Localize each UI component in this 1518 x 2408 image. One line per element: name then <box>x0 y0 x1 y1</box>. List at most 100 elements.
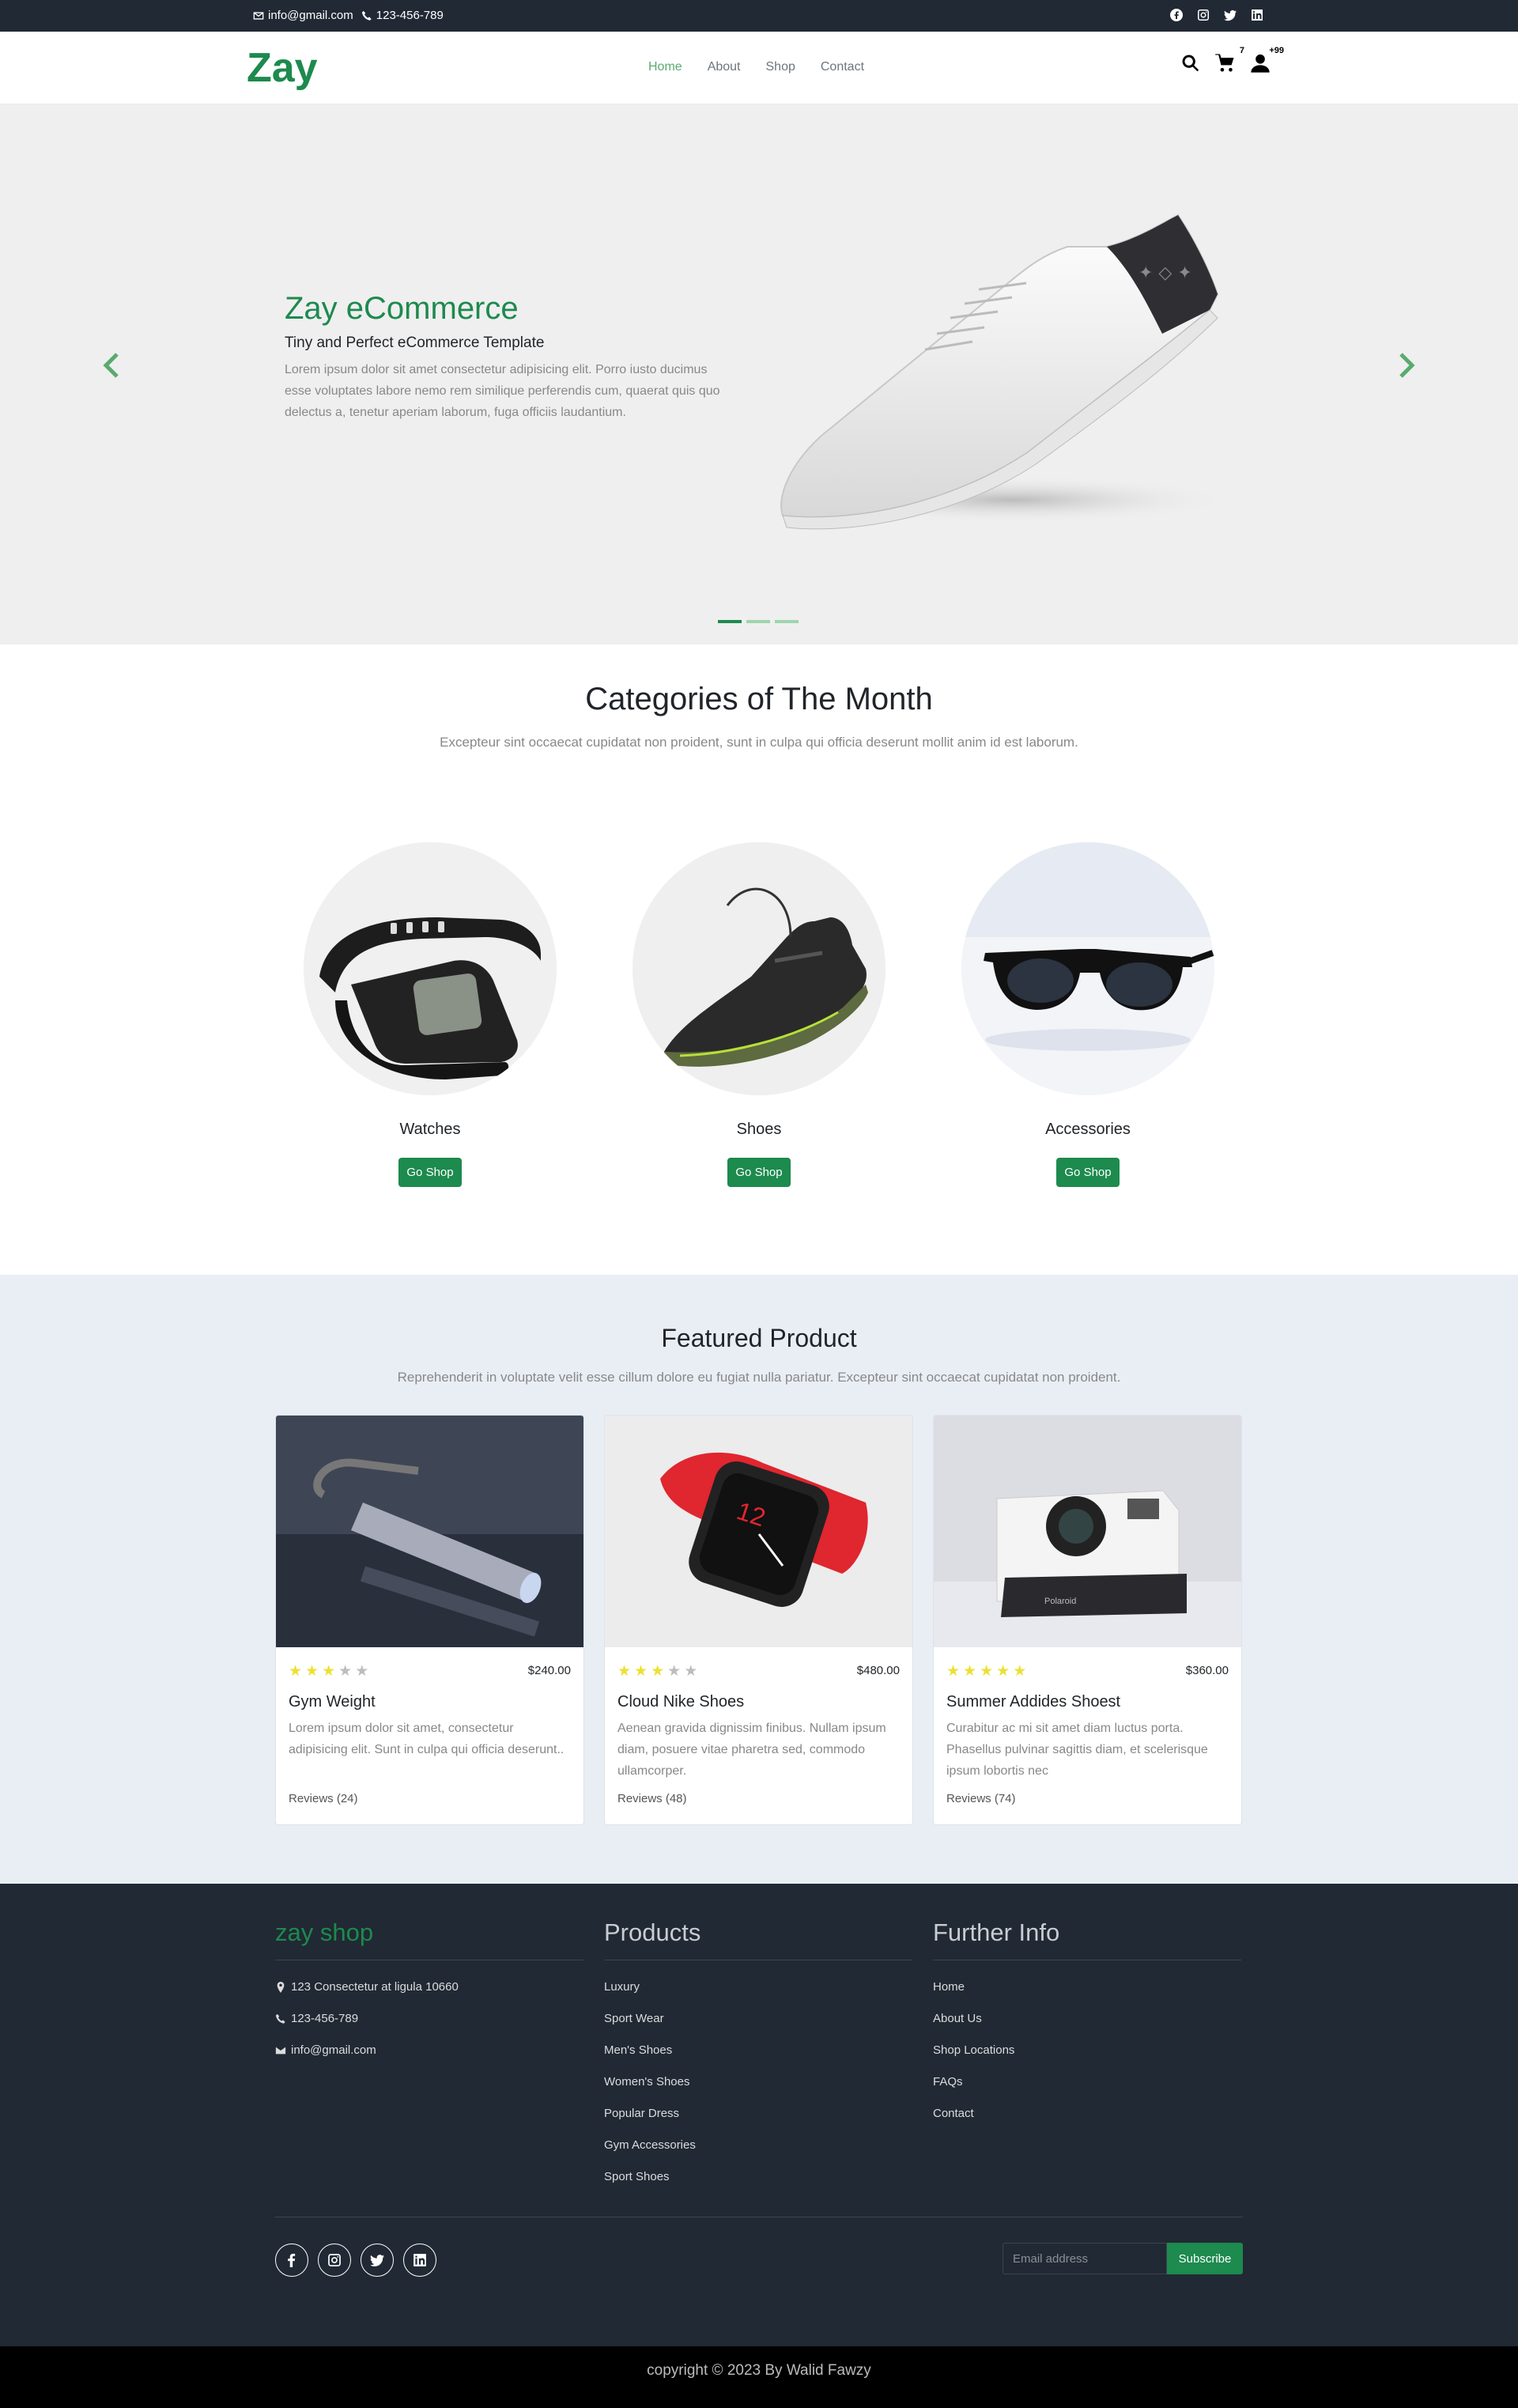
instagram-icon <box>328 2254 341 2266</box>
shoe-image[interactable] <box>632 842 886 1095</box>
product-description: Lorem ipsum dolor sit amet, consectetur … <box>289 1722 565 1756</box>
nav-link-contact[interactable]: Contact <box>821 60 864 74</box>
carousel-next-button[interactable] <box>1390 350 1422 381</box>
footer-link[interactable]: Women's Shoes <box>604 2066 912 2098</box>
star-icon: ★ <box>667 1663 682 1680</box>
top-email[interactable]: info@gmail.com <box>253 9 353 22</box>
subscribe-button[interactable]: Subscribe <box>1167 2243 1243 2274</box>
nav-link-about[interactable]: About <box>708 60 741 74</box>
twitter-icon[interactable] <box>1224 9 1237 21</box>
top-email-text: info@gmail.com <box>268 9 353 22</box>
footer-link[interactable]: Sport Wear <box>604 2003 912 2035</box>
footer-instagram-button[interactable] <box>318 2244 351 2277</box>
top-contact: info@gmail.com 123-456-789 <box>253 9 444 22</box>
cart-button[interactable]: 7 <box>1214 46 1244 76</box>
carousel-indicator-3[interactable] <box>775 620 799 623</box>
featured-subtitle: Reprehenderit in voluptate velit esse ci… <box>397 1370 1121 1385</box>
footer-facebook-button[interactable] <box>275 2244 308 2277</box>
watch-image[interactable] <box>304 842 557 1095</box>
user-button[interactable]: +99 <box>1249 46 1284 76</box>
product-meta: ★ ★ ★ ★ ★ $480.00 <box>605 1651 912 1679</box>
go-shop-button-accessories[interactable]: Go Shop <box>1056 1158 1120 1187</box>
main-navbar: Zay Home About Shop Contact 7 +99 <box>0 32 1518 104</box>
instagram-icon[interactable] <box>1197 9 1210 21</box>
newsletter-form: Subscribe <box>1003 2243 1243 2274</box>
product-image-smartwatch: 12 <box>605 1416 912 1647</box>
carousel-indicators <box>718 620 799 623</box>
newsletter-email-input[interactable] <box>1003 2243 1167 2274</box>
footer-link[interactable]: Men's Shoes <box>604 2035 912 2066</box>
rating-stars: ★ ★ ★ ★ ★ <box>617 1664 697 1679</box>
category-name: Shoes <box>736 1121 782 1138</box>
product-title[interactable]: Cloud Nike Shoes <box>605 1679 912 1711</box>
product-description: Aenean gravida dignissim finibus. Nullam… <box>617 1722 886 1778</box>
user-count-badge: +99 <box>1269 46 1284 55</box>
footer-twitter-button[interactable] <box>361 2244 394 2277</box>
nav-link-home[interactable]: Home <box>648 60 682 74</box>
star-icon: ★ <box>996 1663 1010 1680</box>
footer-products-title: Products <box>604 1918 912 1960</box>
phone-icon <box>361 10 372 21</box>
footer-link[interactable]: Home <box>933 1971 1241 2003</box>
footer-link[interactable]: Luxury <box>604 1971 912 2003</box>
product-reviews: Reviews (24) <box>289 1792 358 1805</box>
sunglasses-image[interactable] <box>961 842 1214 1095</box>
footer-phone[interactable]: 123-456-789 <box>275 2003 583 2035</box>
top-social <box>1170 9 1263 21</box>
nav-links: Home About Shop Contact <box>648 60 864 74</box>
product-reviews: Reviews (74) <box>946 1792 1016 1805</box>
category-watches: Watches Go Shop <box>304 842 557 1187</box>
category-accessories: Accessories Go Shop <box>961 842 1214 1187</box>
star-icon: ★ <box>963 1663 977 1680</box>
brand-logo[interactable]: Zay <box>247 44 318 92</box>
product-price: $240.00 <box>527 1664 571 1677</box>
footer-link[interactable]: Popular Dress <box>604 2098 912 2130</box>
star-icon: ★ <box>355 1663 369 1680</box>
hero-title: Zay eCommerce <box>285 291 519 326</box>
svg-text:Polaroid: Polaroid <box>1044 1597 1076 1606</box>
cart-count-badge: 7 <box>1239 46 1244 55</box>
star-icon: ★ <box>322 1663 336 1680</box>
footer-email[interactable]: info@gmail.com <box>275 2035 583 2066</box>
linkedin-icon <box>413 2254 426 2266</box>
footer-col-info: Further Info Home About Us Shop Location… <box>933 1918 1241 2130</box>
footer-linkedin-button[interactable] <box>403 2244 436 2277</box>
star-icon: ★ <box>617 1663 632 1680</box>
svg-text:✦ ◇ ✦: ✦ ◇ ✦ <box>1138 263 1192 283</box>
linkedin-icon[interactable] <box>1251 9 1263 21</box>
hero-carousel: Zay eCommerce Tiny and Perfect eCommerce… <box>0 104 1518 645</box>
product-card[interactable]: 12 ★ ★ ★ ★ ★ $480.00 Cloud Nike Shoes Aenean… <box>604 1415 913 1825</box>
carousel-prev-button[interactable] <box>96 350 128 381</box>
go-shop-button-shoes[interactable]: Go Shop <box>727 1158 791 1187</box>
top-phone[interactable]: 123-456-789 <box>361 9 444 22</box>
footer-link[interactable]: Contact <box>933 2098 1241 2130</box>
footer-link[interactable]: Shop Locations <box>933 2035 1241 2066</box>
footer-link[interactable]: Gym Accessories <box>604 2130 912 2161</box>
star-icon: ★ <box>684 1663 698 1680</box>
footer-col-shop: zay shop 123 Consectetur at ligula 10660… <box>275 1918 583 2066</box>
product-card[interactable]: Polaroid ★ ★ ★ ★ ★ $360.00 Summer Addides Sh… <box>933 1415 1242 1825</box>
star-icon: ★ <box>634 1663 648 1680</box>
go-shop-button-watches[interactable]: Go Shop <box>398 1158 462 1187</box>
envelope-icon <box>275 2047 286 2055</box>
nav-link-shop[interactable]: Shop <box>766 60 795 74</box>
carousel-indicator-2[interactable] <box>746 620 770 623</box>
twitter-icon <box>370 2255 384 2267</box>
featured-title: Featured Product <box>661 1324 857 1352</box>
product-title[interactable]: Summer Addides Shoest <box>934 1679 1241 1711</box>
product-card[interactable]: ★ ★ ★ ★ ★ $240.00 Gym Weight Lorem ipsum dol… <box>275 1415 584 1825</box>
hero-text: Lorem ipsum dolor sit amet consectetur a… <box>285 363 720 419</box>
footer-link[interactable]: FAQs <box>933 2066 1241 2098</box>
carousel-indicator-1[interactable] <box>718 620 742 623</box>
copyright-text: copyright © 2023 By Walid Fawzy <box>647 2362 871 2379</box>
footer-link[interactable]: Sport Shoes <box>604 2161 912 2193</box>
footer-info-title: Further Info <box>933 1918 1241 1960</box>
footer-link[interactable]: About Us <box>933 2003 1241 2035</box>
facebook-icon[interactable] <box>1170 9 1183 21</box>
phone-icon <box>275 2013 285 2024</box>
product-reviews: Reviews (48) <box>617 1792 687 1805</box>
search-button[interactable] <box>1180 52 1203 76</box>
product-title[interactable]: Gym Weight <box>276 1679 583 1711</box>
footer-shop-title: zay shop <box>275 1918 583 1960</box>
product-price: $360.00 <box>1185 1664 1229 1677</box>
